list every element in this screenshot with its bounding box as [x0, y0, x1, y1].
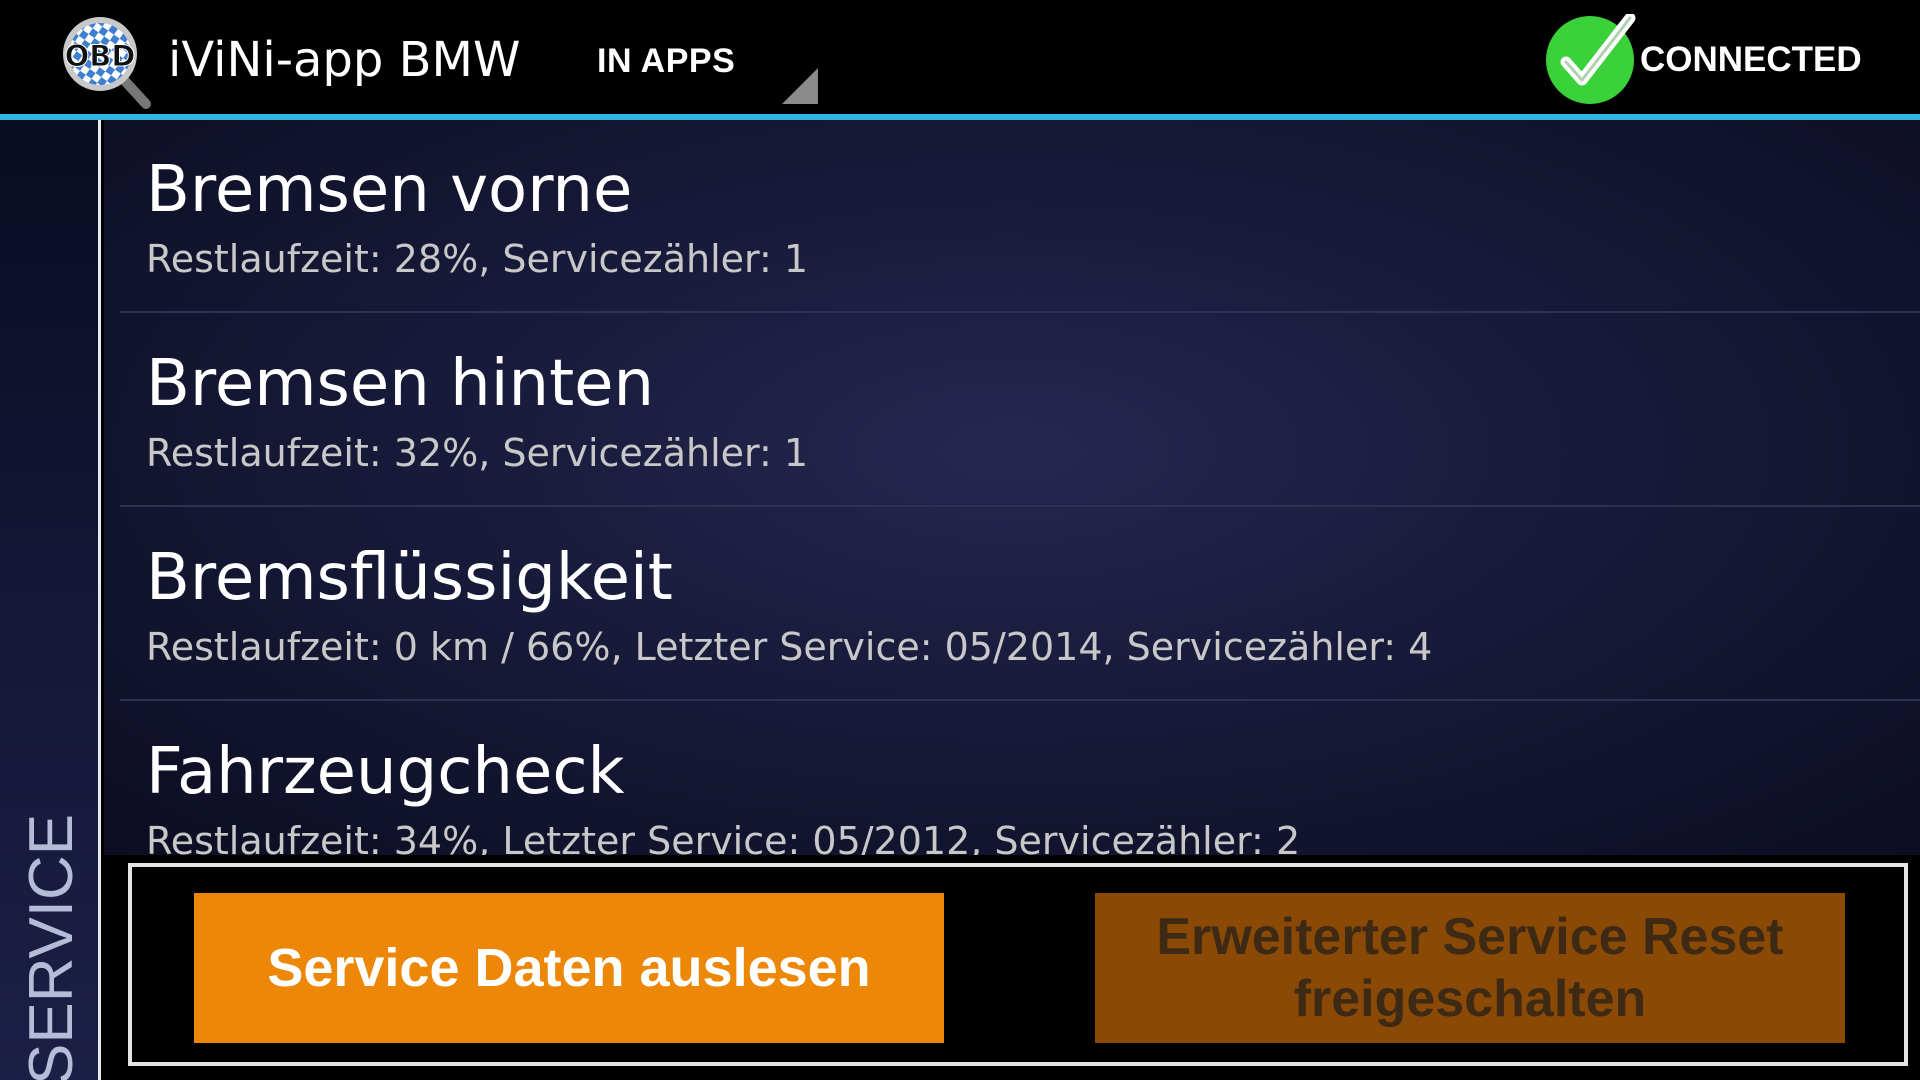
- logo-text: OBD: [65, 39, 136, 73]
- service-list[interactable]: Bremsen vorne Restlaufzeit: 28%, Service…: [104, 120, 1920, 855]
- item-title: Bremsflüssigkeit: [146, 541, 673, 615]
- side-tab-service[interactable]: SERVICE: [0, 120, 101, 1080]
- item-detail: Restlaufzeit: 28%, Servicezähler: 1: [146, 237, 809, 281]
- item-title: Bremsen hinten: [146, 347, 655, 421]
- navigation-spinner-label: IN APPS: [597, 42, 736, 80]
- extended-service-reset-button[interactable]: Erweiterter Service Reset freigeschalten: [1095, 893, 1845, 1043]
- item-detail: Restlaufzeit: 34%, Letzter Service: 05/2…: [146, 819, 1301, 855]
- read-service-data-button[interactable]: Service Daten auslesen: [194, 893, 944, 1043]
- list-item[interactable]: Bremsflüssigkeit Restlaufzeit: 0 km / 66…: [120, 508, 1920, 701]
- connection-status-label: CONNECTED: [1640, 40, 1862, 79]
- list-item[interactable]: Fahrzeugcheck Restlaufzeit: 34%, Letzter…: [120, 702, 1920, 855]
- app-window: OBD iViNi-app BMW IN APPS CONNECTED SERV…: [0, 0, 1920, 1080]
- list-item[interactable]: Bremsen hinten Restlaufzeit: 32%, Servic…: [120, 314, 1920, 507]
- action-bar: OBD iViNi-app BMW IN APPS CONNECTED: [0, 0, 1920, 114]
- connection-status: CONNECTED: [1544, 12, 1884, 106]
- item-title: Fahrzeugcheck: [146, 735, 625, 809]
- item-detail: Restlaufzeit: 0 km / 66%, Letzter Servic…: [146, 625, 1433, 669]
- app-title: iViNi-app BMW: [168, 32, 521, 88]
- item-detail: Restlaufzeit: 32%, Servicezähler: 1: [146, 431, 809, 475]
- list-item[interactable]: Bremsen vorne Restlaufzeit: 28%, Service…: [120, 120, 1920, 313]
- obd-magnifier-icon[interactable]: OBD: [60, 14, 156, 110]
- side-tab-label: SERVICE: [17, 813, 86, 1080]
- navigation-spinner[interactable]: IN APPS: [570, 20, 820, 106]
- checkmark-icon: [1544, 12, 1636, 106]
- spinner-corner-arrow-icon: [782, 68, 818, 104]
- button-panel: Service Daten auslesen Erweiterter Servi…: [128, 863, 1908, 1066]
- item-title: Bremsen vorne: [146, 153, 633, 227]
